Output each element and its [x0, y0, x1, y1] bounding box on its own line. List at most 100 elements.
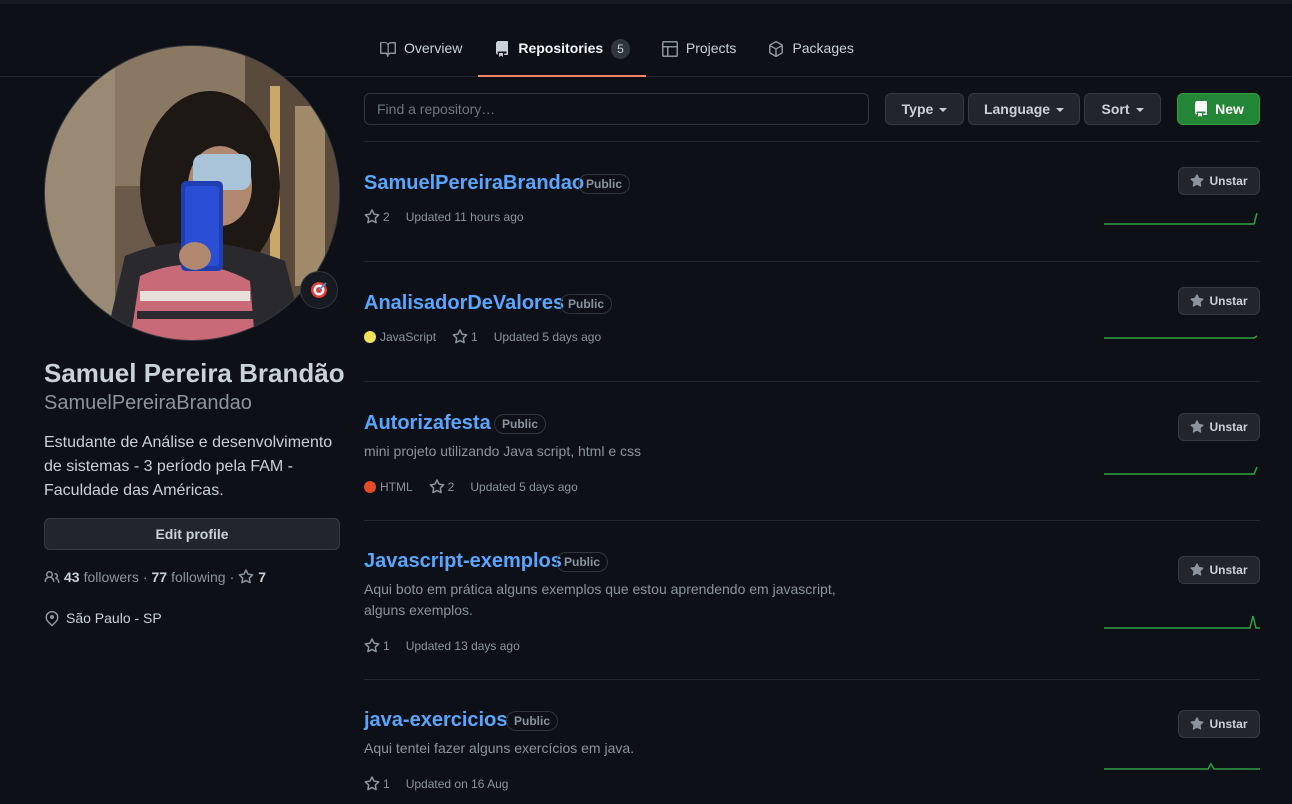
unstar-button[interactable]: Unstar [1178, 287, 1260, 315]
new-button-label: New [1215, 101, 1244, 117]
location-pin-icon [45, 610, 59, 626]
repo-updated: Updated 5 days ago [470, 480, 578, 494]
repo-stars-link[interactable]: 1 [364, 638, 390, 654]
repo-meta: JavaScript 1 Updated 5 days ago [364, 329, 601, 345]
location-label: São Paulo - SP [66, 610, 162, 626]
repo-meta: HTML 2 Updated 5 days ago [364, 479, 578, 495]
unstar-label: Unstar [1209, 174, 1248, 188]
repo-list-item: SamuelPereiraBrandao Public 2 Updated 11… [364, 141, 1260, 261]
repo-language-label: JavaScript [380, 330, 437, 344]
repo-updated: Updated 13 days ago [405, 639, 520, 653]
book-open-icon [380, 42, 396, 57]
language-filter-label: Language [983, 101, 1051, 117]
star-filled-icon [1191, 420, 1204, 433]
caret-down-icon [939, 108, 948, 112]
following-count: 77 [151, 569, 168, 585]
repo-updated: Updated 5 days ago [493, 330, 602, 344]
unstar-button[interactable]: Unstar [1178, 413, 1260, 441]
tab-projects[interactable]: Projects [646, 40, 753, 77]
caret-down-icon [1135, 108, 1144, 112]
repo-list-item: Autorizafesta Public mini projeto utiliz… [364, 381, 1260, 520]
caret-down-icon [1056, 108, 1065, 112]
repo-updated: Updated on 16 Aug [405, 777, 509, 791]
followers-label: followers [83, 569, 139, 585]
tab-packages[interactable]: Packages [752, 40, 869, 77]
followers-link[interactable]: 43 followers [64, 569, 139, 585]
star-icon [238, 569, 254, 584]
table-icon [661, 41, 678, 57]
unstar-button[interactable]: Unstar [1178, 556, 1260, 584]
following-label: following [171, 569, 226, 585]
profile-full-name: Samuel Pereira Brandão [44, 358, 345, 388]
activity-sparkline [1104, 212, 1258, 225]
sort-dropdown[interactable]: Sort [1084, 93, 1161, 125]
type-filter-label: Type [901, 101, 934, 117]
new-repository-button[interactable]: New [1177, 93, 1260, 125]
unstar-label: Unstar [1209, 294, 1248, 308]
package-icon [769, 41, 784, 57]
visibility-badge: Public [506, 711, 559, 731]
unstar-label: Unstar [1209, 563, 1248, 577]
repo-stars-count: 1 [383, 777, 390, 791]
repo-stars-link[interactable]: 1 [364, 776, 390, 792]
repo-updated: Updated 11 hours ago [405, 210, 524, 224]
repo-icon [1195, 101, 1208, 117]
activity-sparkline [1104, 615, 1260, 629]
tab-packages-label: Packages [792, 40, 854, 56]
followers-count: 43 [64, 569, 80, 585]
repo-language: JavaScript [364, 330, 436, 344]
repo-list-item: java-exercicios Public Aqui tentei fazer… [364, 679, 1260, 804]
repo-stars-link[interactable]: 2 [364, 209, 390, 225]
type-filter-dropdown[interactable]: Type [885, 93, 964, 125]
visibility-badge: Public [578, 174, 631, 194]
repo-description: Aqui boto em prática alguns exemplos que… [364, 581, 836, 618]
repo-name-link[interactable]: AnalisadorDeValores [364, 292, 564, 315]
tab-repositories-label: Repositories [518, 40, 604, 56]
repository-search-input[interactable] [364, 93, 869, 125]
people-icon [44, 571, 60, 583]
unstar-button[interactable]: Unstar [1178, 710, 1260, 738]
following-link[interactable]: 77 following [152, 569, 226, 585]
activity-sparkline [1104, 466, 1258, 475]
repositories-count-badge: 5 [611, 39, 630, 59]
separator-dot: · [229, 569, 235, 585]
repo-description: Aqui tentei fazer alguns exercícios em j… [364, 740, 635, 756]
visibility-badge: Public [560, 294, 613, 314]
tab-repositories[interactable]: Repositories 5 [478, 39, 646, 77]
repo-icon [496, 41, 509, 57]
star-icon [364, 209, 380, 224]
language-color-dot [364, 331, 376, 343]
repo-name-link[interactable]: java-exercicios [364, 709, 507, 732]
language-color-dot [364, 481, 376, 493]
follow-stats: 43 followers · 77 following · 7 [44, 569, 266, 585]
language-filter-dropdown[interactable]: Language [968, 93, 1080, 125]
repo-meta: 1 Updated on 16 Aug [364, 776, 508, 792]
tab-list: Overview Repositories 5 Projects Package… [364, 39, 870, 77]
tab-overview[interactable]: Overview [364, 40, 478, 77]
repo-stars-count: 2 [383, 210, 390, 224]
unstar-label: Unstar [1209, 420, 1248, 434]
star-filled-icon [1191, 294, 1204, 307]
repo-stars-link[interactable]: 2 [429, 479, 455, 495]
repo-stars-count: 2 [447, 480, 455, 494]
avatar-photo [45, 46, 339, 340]
activity-sparkline [1104, 335, 1258, 339]
visibility-badge: Public [556, 552, 609, 572]
repo-stars-count: 1 [383, 639, 390, 653]
repo-stars-link[interactable]: 1 [452, 329, 478, 345]
edit-profile-button[interactable]: Edit profile [44, 518, 340, 550]
status-emoji-button[interactable] [300, 271, 338, 309]
profile-avatar[interactable] [44, 45, 340, 341]
repo-name-link[interactable]: SamuelPereiraBrandao [364, 172, 584, 195]
visibility-badge: Public [494, 414, 547, 434]
unstar-label: Unstar [1209, 717, 1248, 731]
repo-stars-count: 1 [471, 330, 478, 344]
repo-list-item: AnalisadorDeValores Public JavaScript 1 … [364, 261, 1260, 381]
star-filled-icon [1191, 717, 1204, 730]
stars-link[interactable]: 7 [238, 569, 266, 585]
unstar-button[interactable]: Unstar [1178, 167, 1260, 195]
repo-name-link[interactable]: Autorizafesta [364, 412, 491, 435]
profile-bio: Estudante de Análise e desenvolvimento d… [44, 434, 333, 499]
repo-name-link[interactable]: Javascript-exemplos [364, 550, 562, 573]
star-filled-icon [1191, 563, 1204, 576]
